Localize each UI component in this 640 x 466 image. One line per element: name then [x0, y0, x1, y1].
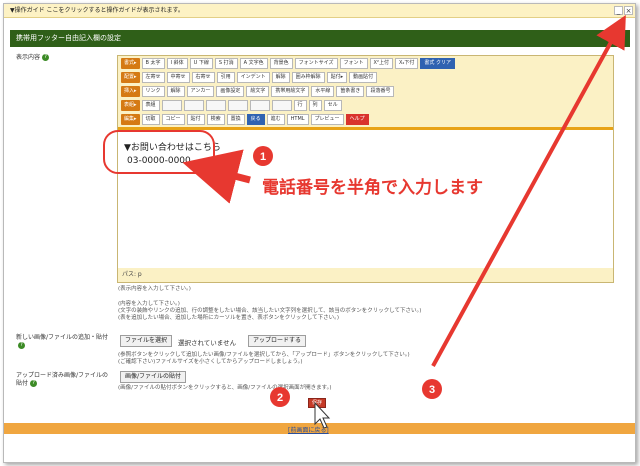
toolbar-button[interactable]: 動画貼付 [349, 72, 378, 83]
label-add-file: 新しい画像/ファイルの追加・貼付? [16, 334, 109, 349]
toolbar-button[interactable]: 中寄せ [166, 72, 190, 83]
close-icon[interactable]: × [624, 6, 633, 15]
toolbar-button[interactable]: リンク [141, 86, 165, 97]
back-link[interactable]: [前画面に戻る] [288, 425, 329, 434]
toolbar-button[interactable]: フォント [339, 58, 368, 69]
toolbar-row-label: 表組▸ [121, 100, 140, 111]
toolbar-button[interactable]: ヘルプ [345, 114, 369, 125]
page-title: 携帯用フッター自由記入欄の設定 [10, 30, 630, 47]
browser-window: ▼操作ガイド ここをクリックすると操作ガイドが表示されます。 _ × 携帯用フッ… [3, 3, 636, 463]
toolbar-button[interactable]: S 打消 [214, 58, 238, 69]
content-line-2: 03-0000-0000 [127, 156, 191, 166]
help-text: (内容を入力して下さい。) [118, 301, 180, 307]
help-text: (表を追加したい場合、追加した場所にカーソルを置き、表ボタンをクリックして下さい… [118, 315, 339, 321]
toolbar-button[interactable]: U 下線 [189, 58, 213, 69]
editor-path: パス: p [118, 268, 613, 282]
annotation-text: 電話番号を半角で入力します [262, 178, 483, 198]
toolbar-button[interactable]: 解除 [271, 72, 290, 83]
help-icon[interactable]: ? [42, 54, 50, 61]
toolbar-button[interactable]: コピー [161, 114, 185, 125]
toolbar-button[interactable]: 背景色 [269, 58, 293, 69]
toolbar-button[interactable]: X²上付 [369, 58, 393, 69]
toolbar-button[interactable]: インデント [236, 72, 270, 83]
toolbar-button[interactable] [271, 100, 292, 111]
file-status: 選択されていません [178, 339, 237, 347]
toolbar-button[interactable]: 箇条書き [336, 86, 365, 97]
toolbar-button[interactable]: 段落番号 [366, 86, 395, 97]
toolbar-row-label: 書式▸ [121, 58, 140, 69]
paste-file-button[interactable]: 画像/ファイルの貼付 [120, 371, 187, 383]
label-display: 表示内容? [16, 52, 50, 61]
toolbar-button[interactable]: 右寄せ [191, 72, 215, 83]
toolbar-button[interactable]: HTML [286, 114, 309, 125]
save-button[interactable]: 保存 [308, 398, 326, 408]
toolbar-row-label: 挿入▸ [121, 86, 140, 97]
toolbar-button[interactable]: フォントサイズ [294, 58, 338, 69]
toolbar-button[interactable]: 貼付▸ [326, 72, 348, 83]
toolbar-button[interactable]: 列 [308, 100, 322, 111]
choose-file-button[interactable]: ファイルを選択 [120, 335, 173, 347]
editor-toolbar: 書式▸ B 太字 I 斜体 U 下線 S 打消 A 文字色 背景色 フォントサイズ フォント X²… [118, 56, 613, 130]
guide-notice[interactable]: ▼操作ガイド ここをクリックすると操作ガイドが表示されます。 [4, 4, 635, 18]
toolbar-button[interactable]: セル [323, 100, 342, 111]
toolbar-button[interactable]: 携帯用絵文字 [271, 86, 310, 97]
toolbar-button[interactable] [183, 100, 204, 111]
toolbar-button[interactable] [249, 100, 270, 111]
toolbar-button[interactable]: 進む [266, 114, 285, 125]
help-text: (文字の装飾やリンクの追加、行の調整をしたい場合、該当したい文字列を選択して、該… [118, 308, 422, 314]
toolbar-button[interactable]: 画像設定 [216, 86, 245, 97]
toolbar-row-label: 編集▸ [121, 114, 140, 125]
toolbar-button[interactable]: 水平線 [311, 86, 335, 97]
toolbar-button[interactable] [205, 100, 226, 111]
help-text: (表示内容を入力して下さい。) [118, 286, 191, 292]
toolbar-button[interactable]: アンカー [186, 86, 215, 97]
help-icon[interactable]: ? [18, 342, 25, 349]
toolbar-button[interactable]: 戻る [246, 114, 265, 125]
wysiwyg-editor: 書式▸ B 太字 I 斜体 U 下線 S 打消 A 文字色 背景色 フォントサイズ フォント X²… [117, 55, 614, 283]
toolbar-button[interactable]: 表組 [141, 100, 160, 111]
upload-button[interactable]: アップロードする [248, 335, 307, 347]
toolbar-button[interactable]: I 斜体 [166, 58, 188, 69]
toolbar-row-label: 配置▸ [121, 72, 140, 83]
label-uploaded: アップロード済み画像/ファイルの貼付? [16, 372, 109, 387]
toolbar-button[interactable]: 左寄せ [141, 72, 165, 83]
toolbar-button[interactable]: 貼付 [186, 114, 205, 125]
help-text: (画像/ファイルの貼付ボタンをクリックすると、画像/ファイルの選択画面が開きます… [118, 385, 332, 391]
toolbar-button[interactable]: B 太字 [141, 58, 165, 69]
toolbar-button[interactable]: 行 [293, 100, 307, 111]
toolbar-button[interactable]: 検索 [206, 114, 225, 125]
help-text: (ご確認下さい)ファイルサイズを小さくしてからアップロードしましょう。) [118, 359, 303, 365]
toolbar-button[interactable]: 引用 [216, 72, 235, 83]
toolbar-button[interactable]: 解除 [166, 86, 185, 97]
toolbar-button[interactable]: プレビュー [310, 114, 344, 125]
help-icon[interactable]: ? [30, 380, 38, 387]
editor-content[interactable]: ▼お問い合わせはこちら 03-0000-0000 [118, 133, 613, 266]
minimize-icon[interactable]: _ [614, 6, 623, 15]
toolbar-button[interactable]: A 文字色 [239, 58, 268, 69]
content-line-1: ▼お問い合わせはこちら [124, 143, 221, 153]
toolbar-button[interactable] [161, 100, 182, 111]
toolbar-button[interactable] [227, 100, 248, 111]
toolbar-button[interactable]: 書式 クリア [420, 58, 456, 69]
toolbar-button[interactable]: 置換 [226, 114, 245, 125]
toolbar-button[interactable]: 切取 [141, 114, 160, 125]
toolbar-button[interactable]: 囲み枠解除 [291, 72, 325, 83]
toolbar-button[interactable]: 絵文字 [246, 86, 270, 97]
toolbar-button[interactable]: X₂下付 [394, 58, 419, 69]
help-text: (参照ボタンをクリックして追加したい画像/ファイルを選択してから、「アップロード… [118, 352, 410, 358]
